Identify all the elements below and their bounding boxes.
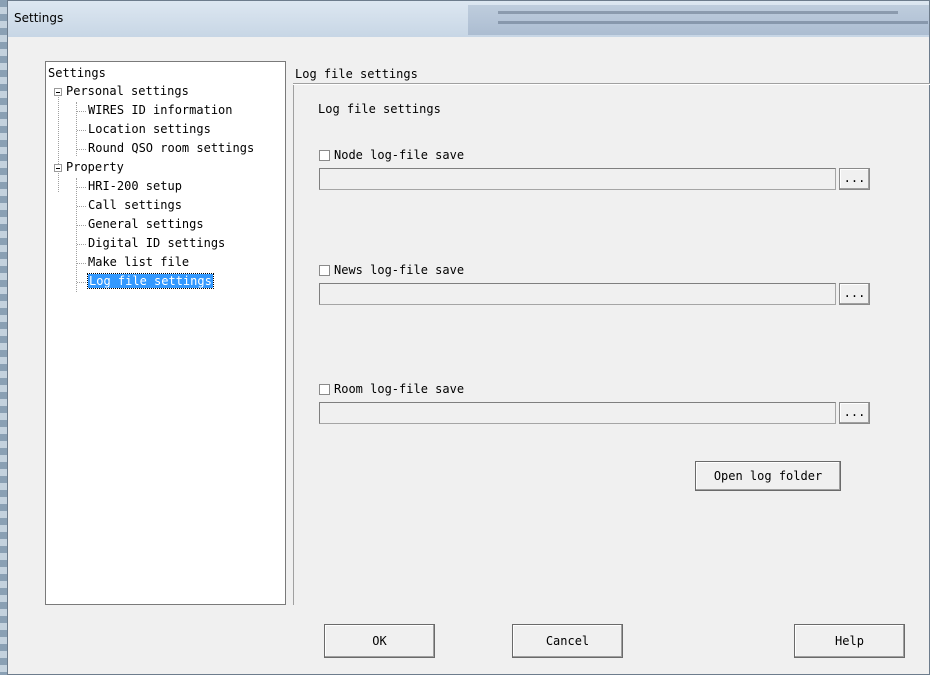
tree-connector	[77, 206, 86, 207]
checkbox-box[interactable]	[319, 150, 330, 161]
tree-item-call-settings[interactable]: Call settings	[88, 197, 182, 214]
news-log-save-checkbox[interactable]: News log-file save	[319, 262, 464, 278]
ok-button[interactable]: OK	[324, 624, 435, 658]
tree-item-label: Log file settings	[87, 273, 214, 289]
settings-panel	[293, 85, 930, 605]
tree-connector	[58, 90, 59, 192]
settings-dialog: Settings Settings Personal settings WIRE…	[7, 0, 930, 675]
tree-item-round-qso-room-settings[interactable]: Round QSO room settings	[88, 140, 254, 157]
room-log-save-checkbox[interactable]: Room log-file save	[319, 381, 464, 397]
node-log-save-checkbox[interactable]: Node log-file save	[319, 147, 464, 163]
tree-item-general-settings[interactable]: General settings	[88, 216, 204, 233]
checkbox-label: News log-file save	[334, 263, 465, 277]
tree-connector	[77, 149, 86, 150]
tree-connector	[77, 263, 86, 264]
open-log-folder-button[interactable]: Open log folder	[695, 461, 841, 491]
tree-item-log-file-settings[interactable]: Log file settings	[87, 273, 214, 290]
tree-connector	[77, 111, 86, 112]
node-log-path-field[interactable]	[319, 168, 836, 190]
cancel-button[interactable]: Cancel	[512, 624, 623, 658]
title-bar[interactable]: Settings	[8, 1, 929, 38]
tree-connector	[76, 178, 77, 292]
tree-item-label: Location settings	[88, 122, 211, 136]
tree-connector	[77, 225, 86, 226]
room-log-browse-button[interactable]: ...	[839, 402, 870, 424]
node-log-browse-button[interactable]: ...	[839, 168, 870, 190]
panel-title: Log file settings	[295, 67, 418, 81]
tree-connector	[77, 282, 86, 283]
tree-group-label: Personal settings	[66, 84, 189, 98]
tree-group-property[interactable]: Property	[66, 159, 124, 176]
tree-item-label: Make list file	[88, 255, 190, 269]
tree-item-label: Call settings	[88, 198, 182, 212]
room-log-path-field[interactable]	[319, 402, 836, 424]
tree-item-hri-200-setup[interactable]: HRI-200 setup	[88, 178, 182, 195]
window-title: Settings	[14, 11, 64, 25]
tree-connector	[77, 244, 86, 245]
tree-item-label: Digital ID settings	[88, 236, 226, 250]
tree-root[interactable]: Settings	[48, 65, 106, 82]
news-log-path-field[interactable]	[319, 283, 836, 305]
tree-item-make-list-file[interactable]: Make list file	[88, 254, 189, 271]
tree-group-personal-settings[interactable]: Personal settings	[66, 83, 189, 100]
background-window-blur	[468, 5, 929, 35]
dialog-client-area: Settings Personal settings WIRES ID info…	[8, 37, 930, 674]
tree-group-label: Property	[66, 160, 124, 174]
checkbox-label: Room log-file save	[334, 382, 465, 396]
tree-item-label: WIRES ID information	[88, 103, 233, 117]
tree-item-label: Round QSO room settings	[88, 141, 255, 155]
news-log-browse-button[interactable]: ...	[839, 283, 870, 305]
tree-connector	[77, 130, 86, 131]
tree-item-location-settings[interactable]: Location settings	[88, 121, 211, 138]
checkbox-box[interactable]	[319, 384, 330, 395]
checkbox-box[interactable]	[319, 265, 330, 276]
tree-item-label: General settings	[88, 217, 204, 231]
checkbox-label: Node log-file save	[334, 148, 465, 162]
help-button[interactable]: Help	[794, 624, 905, 658]
group-title: Log file settings	[318, 102, 441, 116]
tree-root-label: Settings	[48, 66, 106, 80]
settings-tree[interactable]: Settings Personal settings WIRES ID info…	[45, 61, 286, 605]
tree-item-digital-id-settings[interactable]: Digital ID settings	[88, 235, 225, 252]
tree-item-wires-id-information[interactable]: WIRES ID information	[88, 102, 233, 119]
tree-connector	[77, 187, 86, 188]
collapse-icon[interactable]	[54, 164, 62, 172]
collapse-icon[interactable]	[54, 88, 62, 96]
tree-item-label: HRI-200 setup	[88, 179, 182, 193]
